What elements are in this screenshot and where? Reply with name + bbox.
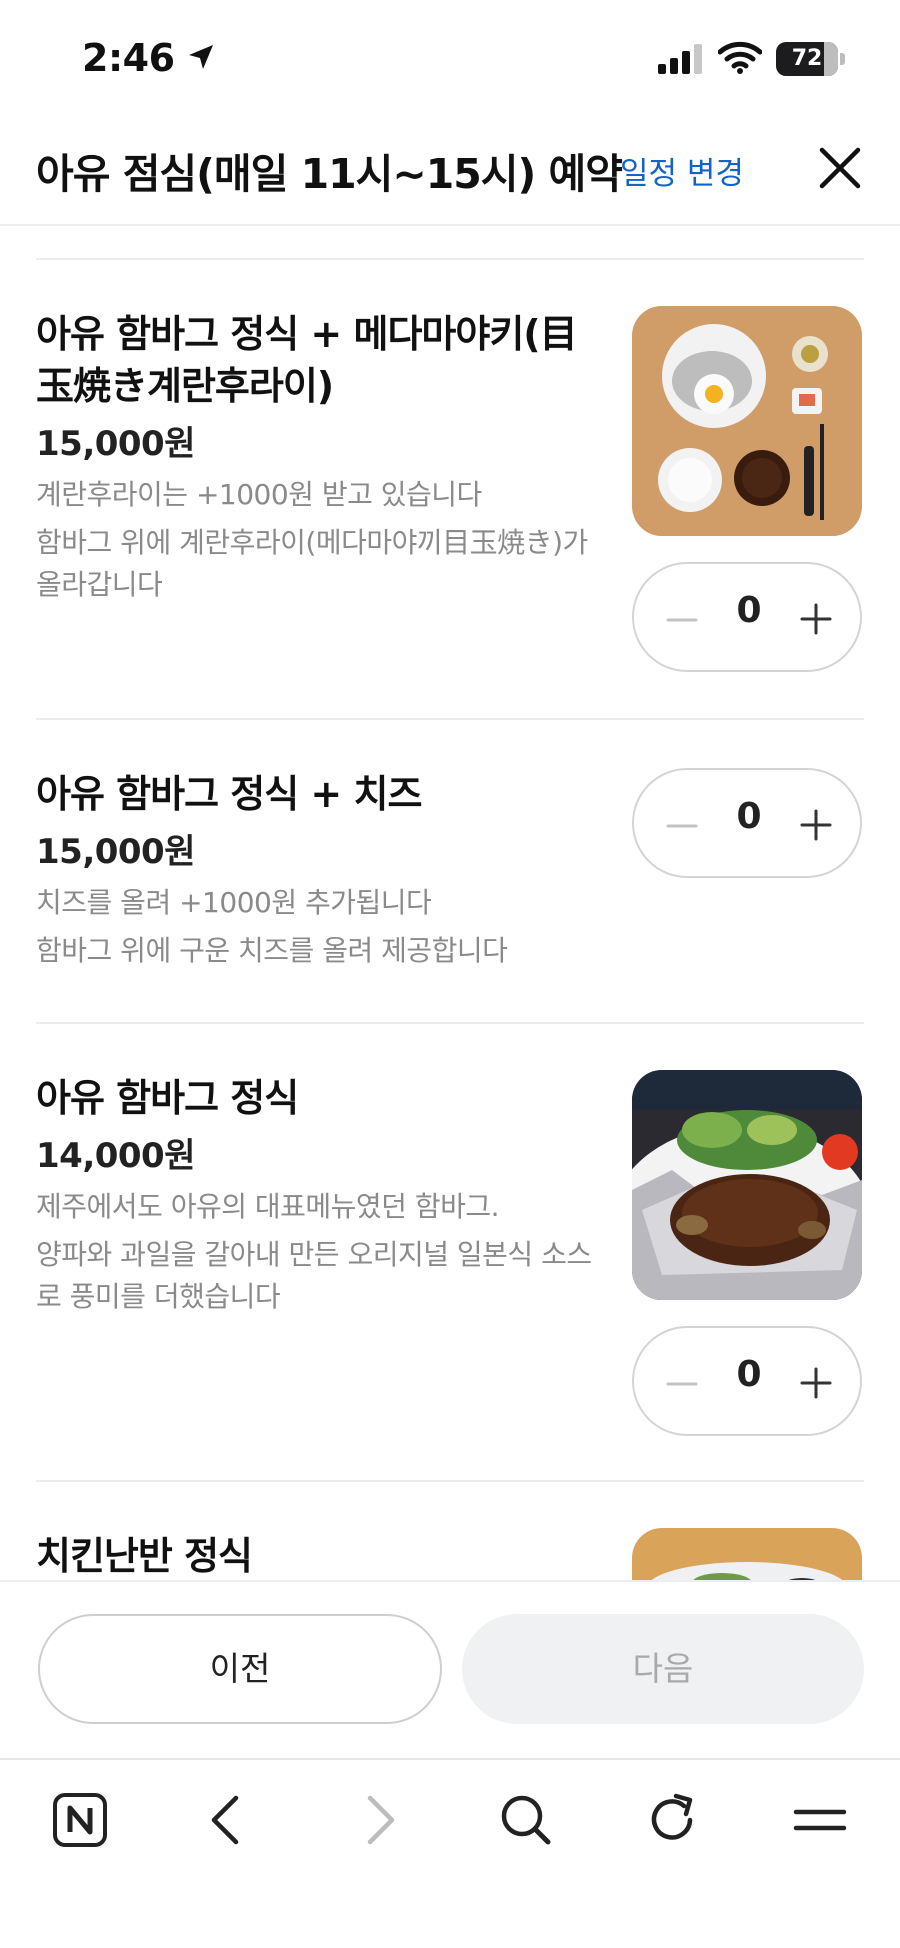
menu-item-description: 치즈를 올려 +1000원 추가됩니다 <box>36 886 432 919</box>
status-time: 2:46 <box>82 36 175 80</box>
menu-item-name: 아유 함바그 정식 <box>36 1076 299 1120</box>
divider <box>36 258 864 260</box>
reload-icon[interactable] <box>640 1788 704 1852</box>
quantity-stepper[interactable]: 0 <box>632 1326 862 1436</box>
quantity-value: 0 <box>736 796 762 837</box>
chevron-left-icon[interactable] <box>196 1788 260 1852</box>
menu-icon[interactable] <box>788 1788 852 1852</box>
plus-icon[interactable] <box>798 807 834 843</box>
menu-item-name: 아유 함바그 정식 + 메다마야키(目玉焼き계란후라이) <box>36 312 578 408</box>
quantity-stepper[interactable]: 0 <box>632 562 862 672</box>
battery-indicator: 72 <box>776 42 845 76</box>
wifi-icon <box>718 41 762 74</box>
menu-item-description: 함바그 위에 계란후라이(메다마야끼目玉焼き)가 올라갑니다 <box>36 526 588 601</box>
menu-list[interactable]: 아유 함바그 정식 + 메다마야키(目玉焼き계란후라이) 15,000원 계란후… <box>0 228 900 1580</box>
battery-level: 72 <box>791 46 823 71</box>
menu-item-description: 제주에서도 아유의 대표메뉴였던 함바그. <box>36 1190 500 1223</box>
search-icon[interactable] <box>494 1788 558 1852</box>
menu-item-name: 치킨난반 정식 <box>36 1534 253 1578</box>
action-bar: 이전 다음 <box>0 1580 900 1758</box>
minus-icon[interactable] <box>664 602 700 638</box>
page-title: 아유 점심(매일 11시~15시) 예약 <box>36 150 623 198</box>
divider <box>36 1480 864 1482</box>
quantity-stepper[interactable]: 0 <box>632 768 862 878</box>
change-schedule-link[interactable]: 일정 변경 <box>620 148 744 193</box>
menu-item-description: 함바그 위에 구운 치즈를 올려 제공합니다 <box>36 934 508 967</box>
plus-icon[interactable] <box>798 1365 834 1401</box>
reservation-header: 아유 점심(매일 11시~15시) 예약 일정 변경 <box>0 120 900 226</box>
divider <box>36 718 864 720</box>
chevron-right-icon[interactable] <box>346 1788 410 1852</box>
menu-item-description: 양파와 과일을 갈아내 만든 오리지널 일본식 소스로 풍미를 더했습니다 <box>36 1238 592 1313</box>
close-icon[interactable] <box>812 140 868 196</box>
menu-item-photo <box>632 1070 862 1300</box>
divider <box>36 1022 864 1024</box>
plus-icon[interactable] <box>798 601 834 637</box>
quantity-value: 0 <box>736 590 762 631</box>
cellular-signal-icon <box>658 44 702 74</box>
menu-item-name: 아유 함바그 정식 + 치즈 <box>36 772 422 816</box>
naver-n-icon[interactable] <box>48 1788 112 1852</box>
minus-icon[interactable] <box>664 808 700 844</box>
menu-item-photo <box>632 1528 862 1580</box>
previous-button[interactable]: 이전 <box>38 1614 442 1724</box>
next-button[interactable]: 다음 <box>462 1614 864 1724</box>
menu-item-photo <box>632 306 862 536</box>
status-bar: 2:46 72 <box>0 0 900 120</box>
menu-item-description: 계란후라이는 +1000원 받고 있습니다 <box>36 478 482 511</box>
minus-icon[interactable] <box>664 1366 700 1402</box>
browser-toolbar <box>0 1758 900 1948</box>
quantity-value: 0 <box>736 1354 762 1395</box>
location-arrow-icon <box>189 45 213 69</box>
